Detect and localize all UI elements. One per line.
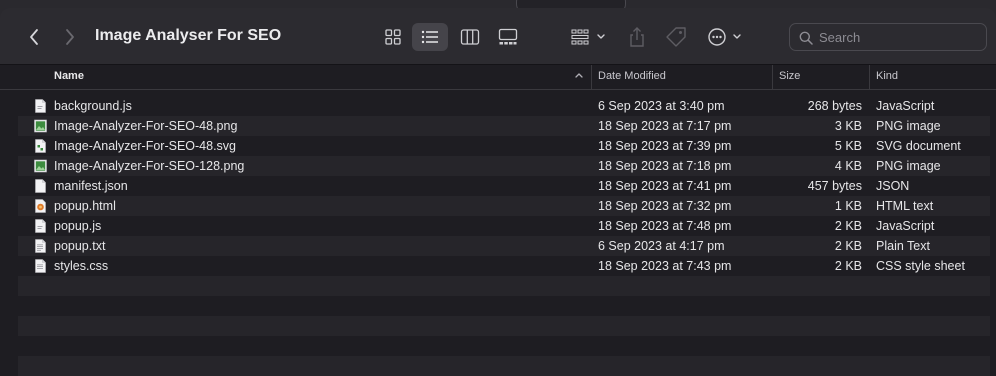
- js-file-icon: [34, 219, 47, 233]
- svg-file-icon: [34, 139, 47, 153]
- more-actions-icon: [708, 28, 741, 46]
- file-name: styles.css: [54, 259, 109, 273]
- share-icon: [630, 27, 644, 47]
- window-title: Image Analyser For SEO: [95, 27, 282, 44]
- back-button[interactable]: [24, 26, 44, 48]
- search-icon: [799, 31, 813, 45]
- share-button[interactable]: [626, 23, 648, 51]
- file-date-modified: 18 Sep 2023 at 7:39 pm: [598, 139, 732, 153]
- image-file-icon: [34, 159, 47, 173]
- file-date-modified: 6 Sep 2023 at 4:17 pm: [598, 239, 725, 253]
- column-header-date[interactable]: Date Modified: [591, 65, 771, 89]
- action-menu-button[interactable]: [706, 23, 746, 51]
- file-kind: Plain Text: [876, 239, 930, 253]
- search-field[interactable]: [789, 23, 987, 51]
- file-size: 3 KB: [834, 119, 862, 133]
- column-header-kind[interactable]: Kind: [869, 65, 996, 89]
- icon-view-button[interactable]: [375, 23, 411, 51]
- file-name: popup.js: [54, 219, 102, 233]
- empty-row: [18, 276, 990, 296]
- file-size: 2 KB: [834, 219, 862, 233]
- file-date-modified: 18 Sep 2023 at 7:17 pm: [598, 119, 732, 133]
- html-file-icon: [34, 199, 47, 213]
- file-size: 2 KB: [834, 259, 862, 273]
- file-date-modified: 18 Sep 2023 at 7:32 pm: [598, 199, 732, 213]
- file-name: popup.txt: [54, 239, 106, 253]
- grid-icon: [385, 29, 401, 45]
- file-row[interactable]: styles.css 18 Sep 2023 at 7:43 pm 2 KB CSS …: [18, 256, 990, 276]
- finder-toolbar: Image Analyser For SEO: [0, 8, 996, 65]
- file-row[interactable]: manifest.json 18 Sep 2023 at 7:41 pm 457 b…: [18, 176, 990, 196]
- file-kind: CSS style sheet: [876, 259, 965, 273]
- column-header-name[interactable]: Name: [54, 65, 590, 89]
- file-row[interactable]: background.js 6 Sep 2023 at 3:40 pm 268 by…: [18, 96, 990, 116]
- file-list: background.js 6 Sep 2023 at 3:40 pm 268 by…: [18, 96, 990, 276]
- js-file-icon: [34, 99, 47, 113]
- file-name: Image-Analyzer-For-SEO-128.png: [54, 159, 245, 173]
- search-input[interactable]: [819, 28, 979, 46]
- json-file-icon: [34, 179, 47, 193]
- columns-icon: [460, 29, 480, 45]
- list-icon: [421, 30, 438, 44]
- file-name: Image-Analyzer-For-SEO-48.png: [54, 119, 238, 133]
- file-size: 2 KB: [834, 239, 862, 253]
- file-name: background.js: [54, 99, 132, 113]
- forward-button[interactable]: [60, 26, 80, 48]
- file-row[interactable]: popup.html 18 Sep 2023 at 7:32 pm 1 KB HTML…: [18, 196, 990, 216]
- file-size: 4 KB: [834, 159, 862, 173]
- file-date-modified: 18 Sep 2023 at 7:41 pm: [598, 179, 732, 193]
- sort-ascending-icon: [575, 73, 583, 78]
- image-file-icon: [34, 119, 47, 133]
- file-name: Image-Analyzer-For-SEO-48.svg: [54, 139, 237, 153]
- file-kind: JavaScript: [876, 99, 935, 113]
- file-kind: JavaScript: [876, 219, 935, 233]
- file-row[interactable]: popup.txt 6 Sep 2023 at 4:17 pm 2 KB Plain …: [18, 236, 990, 256]
- text-file-icon: [34, 239, 47, 253]
- tags-button[interactable]: [664, 23, 688, 51]
- file-kind: JSON: [876, 179, 910, 193]
- css-file-icon: [34, 259, 47, 273]
- column-view-button[interactable]: [452, 23, 488, 51]
- empty-row: [18, 356, 990, 376]
- file-size: 268 bytes: [807, 99, 862, 113]
- group-button[interactable]: [570, 23, 610, 51]
- chevron-left-icon: [30, 29, 38, 45]
- empty-row: [18, 316, 990, 336]
- file-row[interactable]: Image-Analyzer-For-SEO-128.png 18 Sep 202…: [18, 156, 990, 176]
- group-by-icon: [571, 29, 605, 45]
- list-view-button[interactable]: [412, 23, 448, 51]
- tag-icon: [666, 27, 686, 47]
- file-name: manifest.json: [54, 179, 128, 193]
- file-size: 5 KB: [834, 139, 862, 153]
- column-header: Name Date Modified Size Kind: [0, 65, 996, 90]
- file-size: 457 bytes: [807, 179, 862, 193]
- gallery-icon: [498, 28, 518, 45]
- file-row[interactable]: Image-Analyzer-For-SEO-48.png 18 Sep 2023…: [18, 116, 990, 136]
- file-date-modified: 18 Sep 2023 at 7:43 pm: [598, 259, 732, 273]
- chevron-right-icon: [66, 29, 74, 45]
- file-row[interactable]: Image-Analyzer-For-SEO-48.svg 18 Sep 2023…: [18, 136, 990, 156]
- file-kind: SVG document: [876, 139, 961, 153]
- file-date-modified: 18 Sep 2023 at 7:18 pm: [598, 159, 732, 173]
- gallery-view-button[interactable]: [490, 23, 526, 51]
- file-kind: HTML text: [876, 199, 934, 213]
- file-row[interactable]: popup.js 18 Sep 2023 at 7:48 pm 2 KB JavaSc…: [18, 216, 990, 236]
- file-name: popup.html: [54, 199, 116, 213]
- file-date-modified: 18 Sep 2023 at 7:48 pm: [598, 219, 732, 233]
- file-kind: PNG image: [876, 159, 941, 173]
- file-date-modified: 6 Sep 2023 at 3:40 pm: [598, 99, 725, 113]
- file-size: 1 KB: [834, 199, 862, 213]
- column-header-size[interactable]: Size: [772, 65, 868, 89]
- file-kind: PNG image: [876, 119, 941, 133]
